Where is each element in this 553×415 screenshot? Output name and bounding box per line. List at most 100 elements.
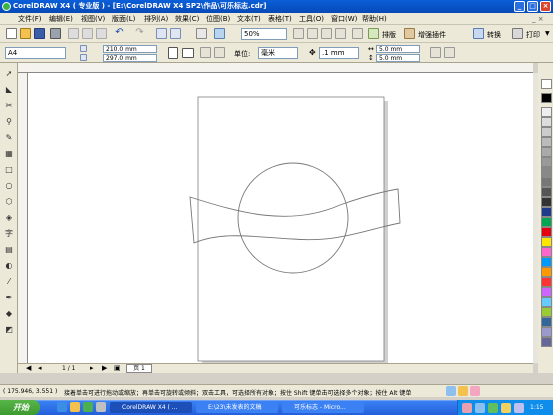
- swatch-black[interactable]: [541, 93, 552, 103]
- outline-indicator-icon[interactable]: [470, 386, 480, 396]
- options-icon[interactable]: [335, 28, 346, 39]
- text-tool-icon[interactable]: 字: [3, 229, 15, 239]
- swatch[interactable]: [541, 147, 552, 157]
- menu-tools[interactable]: 工具(O): [299, 14, 324, 24]
- printer-icon[interactable]: [512, 28, 523, 39]
- paste-icon[interactable]: [96, 28, 107, 39]
- convert-icon[interactable]: [473, 28, 484, 39]
- units-select[interactable]: 毫米: [258, 47, 298, 59]
- typeset-icon[interactable]: [368, 28, 379, 39]
- polygon-tool-icon[interactable]: ⬡: [3, 197, 15, 207]
- swatch[interactable]: [541, 297, 552, 307]
- swatch[interactable]: [541, 187, 552, 197]
- zoom-tool-icon[interactable]: ⚲: [3, 117, 15, 127]
- current-page-icon[interactable]: [214, 47, 225, 58]
- treat-as-filled-icon[interactable]: [430, 47, 441, 58]
- import-icon[interactable]: [156, 28, 167, 39]
- table-tool-icon[interactable]: ▤: [3, 245, 15, 255]
- swatch[interactable]: [541, 277, 552, 287]
- plugin-icon[interactable]: [404, 28, 415, 39]
- all-pages-icon[interactable]: [200, 47, 211, 58]
- page-boundary[interactable]: [197, 96, 385, 362]
- rectangle-tool-icon[interactable]: □: [3, 165, 15, 175]
- menu-table[interactable]: 表格(T): [268, 14, 292, 24]
- desktop-icon[interactable]: [96, 402, 106, 412]
- save-icon[interactable]: [34, 28, 45, 39]
- outline-tool-icon[interactable]: ✒: [3, 293, 15, 303]
- menu-help[interactable]: 帮助(H): [362, 14, 387, 24]
- menu-edit[interactable]: 编辑(E): [49, 14, 73, 24]
- swatch[interactable]: [541, 227, 552, 237]
- first-page-icon[interactable]: ◀: [26, 364, 31, 372]
- nudge-distance-field[interactable]: .1 mm: [319, 47, 359, 59]
- new-icon[interactable]: [6, 28, 17, 39]
- swatch[interactable]: [541, 317, 552, 327]
- welcome-screen-icon[interactable]: [214, 28, 225, 39]
- menu-layout[interactable]: 版面(L): [112, 14, 135, 24]
- swatch[interactable]: [541, 197, 552, 207]
- export-icon[interactable]: [170, 28, 181, 39]
- horizontal-ruler[interactable]: [18, 63, 533, 73]
- minimize-button[interactable]: _: [514, 1, 525, 12]
- typeset-button[interactable]: 排版: [382, 30, 396, 40]
- pick-tool-icon[interactable]: ➚: [3, 69, 15, 79]
- menu-view[interactable]: 视图(V): [81, 14, 105, 24]
- tray-icon[interactable]: [501, 403, 511, 413]
- cut-icon[interactable]: [68, 28, 79, 39]
- swatch[interactable]: [541, 217, 552, 227]
- swatch[interactable]: [541, 177, 552, 187]
- swatch[interactable]: [541, 157, 552, 167]
- quicklaunch-icon[interactable]: [83, 402, 93, 412]
- folder-icon[interactable]: [70, 402, 80, 412]
- toolbar-overflow-icon[interactable]: ▼: [545, 30, 550, 37]
- swatch[interactable]: [541, 287, 552, 297]
- swatch[interactable]: [541, 247, 552, 257]
- menu-bitmaps[interactable]: 位图(B): [206, 14, 230, 24]
- menu-effects[interactable]: 效果(C): [175, 14, 199, 24]
- page-height-field[interactable]: 297.0 mm: [103, 54, 157, 62]
- swatch[interactable]: [541, 257, 552, 267]
- vertical-ruler[interactable]: [18, 73, 28, 363]
- zoom-to-page-icon[interactable]: [293, 28, 304, 39]
- menu-close-doc-icon[interactable]: _ ×: [532, 14, 544, 24]
- swatch[interactable]: [541, 237, 552, 247]
- next-page-icon[interactable]: ▸: [90, 364, 94, 372]
- add-page-icon[interactable]: ▣: [114, 364, 121, 372]
- start-button[interactable]: 开始: [0, 400, 40, 415]
- corel-online-icon[interactable]: [352, 28, 363, 39]
- drawing-canvas[interactable]: [28, 73, 533, 363]
- taskbar-item-word[interactable]: 可乐标志 - Micro...: [282, 402, 364, 413]
- tray-icon[interactable]: [488, 403, 498, 413]
- ie-icon[interactable]: [57, 402, 67, 412]
- swatch[interactable]: [541, 207, 552, 217]
- zoom-level-select[interactable]: 50%: [241, 28, 287, 40]
- shape-tool-icon[interactable]: ◣: [3, 85, 15, 95]
- menu-arrange[interactable]: 排列(A): [144, 14, 168, 24]
- freehand-tool-icon[interactable]: ✎: [3, 133, 15, 143]
- volume-icon[interactable]: [514, 403, 524, 413]
- tools-options-icon[interactable]: [444, 47, 455, 58]
- landscape-icon[interactable]: [182, 48, 194, 58]
- swatch[interactable]: [541, 267, 552, 277]
- menu-window[interactable]: 窗口(W): [331, 14, 357, 24]
- swatch[interactable]: [541, 307, 552, 317]
- swatch[interactable]: [541, 327, 552, 337]
- print-button[interactable]: 打印: [526, 30, 540, 40]
- convert-button[interactable]: 转换: [487, 30, 501, 40]
- swatch[interactable]: [541, 127, 552, 137]
- swatch[interactable]: [541, 167, 552, 177]
- menu-file[interactable]: 文件(F): [18, 14, 42, 24]
- snap-to-grid-icon[interactable]: [307, 28, 318, 39]
- prev-page-icon[interactable]: ◂: [38, 364, 42, 372]
- maximize-button[interactable]: □: [527, 1, 538, 12]
- swatch[interactable]: [541, 337, 552, 347]
- ellipse-tool-icon[interactable]: ○: [3, 181, 15, 191]
- blend-tool-icon[interactable]: ◐: [3, 261, 15, 271]
- crop-tool-icon[interactable]: ✂: [3, 101, 15, 111]
- swatch[interactable]: [541, 117, 552, 127]
- undo-icon[interactable]: ↶: [114, 28, 125, 39]
- paper-size-select[interactable]: A4: [5, 47, 66, 59]
- open-icon[interactable]: [20, 28, 31, 39]
- portrait-icon[interactable]: [168, 47, 178, 59]
- snap-to-objects-icon[interactable]: [321, 28, 332, 39]
